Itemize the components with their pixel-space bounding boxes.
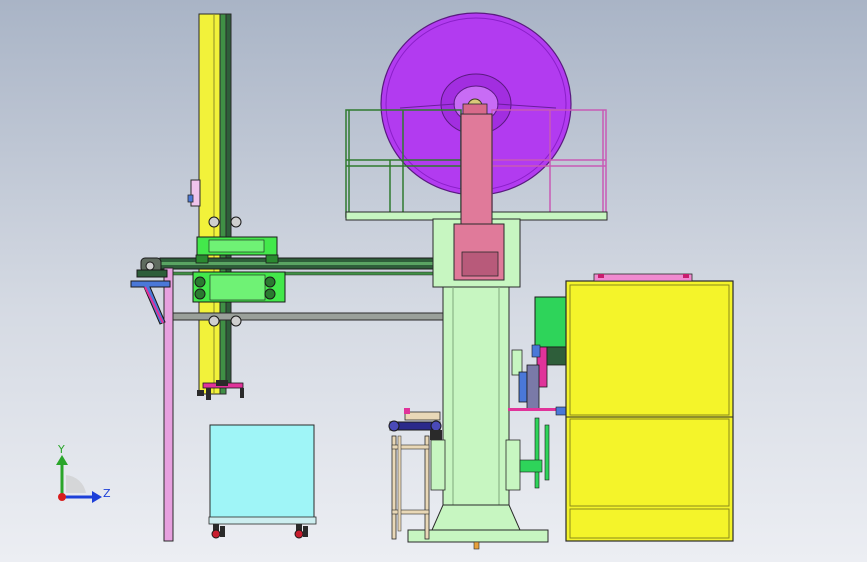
material-cart: [208, 424, 317, 539]
cad-viewport[interactable]: Y Z: [0, 0, 867, 562]
mast-sensor: [187, 179, 201, 207]
z-axis-label: Z: [103, 487, 111, 500]
manipulator-mast: [198, 13, 232, 395]
electrical-cabinet: [565, 273, 734, 542]
coordinate-triad: Y Z: [56, 443, 111, 503]
cad-model-drawing[interactable]: Y Z: [0, 0, 867, 562]
support-leg: [130, 257, 174, 542]
y-axis-label: Y: [57, 443, 65, 456]
